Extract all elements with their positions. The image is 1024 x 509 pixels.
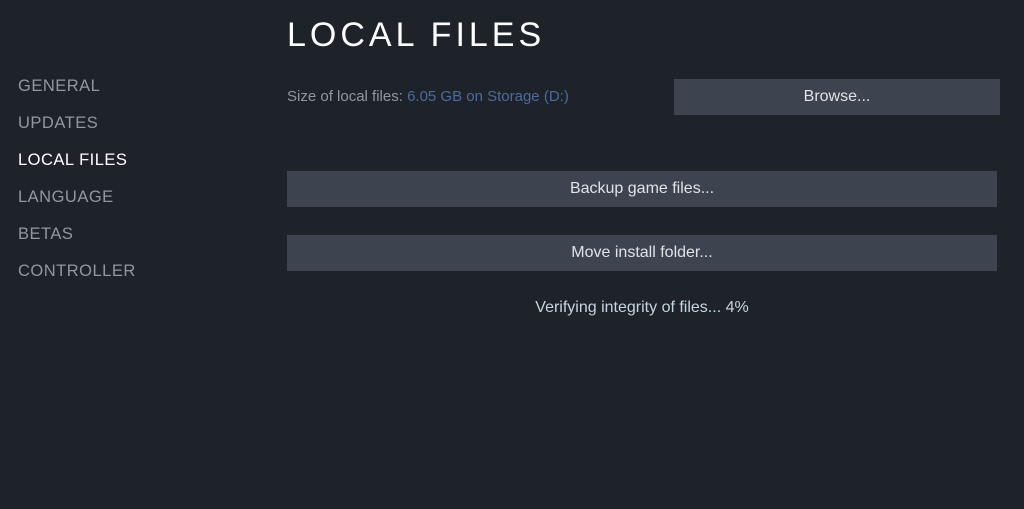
sidebar-item-controller[interactable]: CONTROLLER	[18, 253, 235, 290]
verify-status-text: Verifying integrity of files... 4%	[287, 299, 997, 317]
size-row: Size of local files: 6.05 GB on Storage …	[287, 79, 1000, 115]
browse-button[interactable]: Browse...	[674, 79, 1000, 115]
settings-sidebar: GENERAL UPDATES LOCAL FILES LANGUAGE BET…	[0, 0, 235, 509]
sidebar-item-general[interactable]: GENERAL	[18, 68, 235, 105]
sidebar-item-updates[interactable]: UPDATES	[18, 105, 235, 142]
page-title: LOCAL FILES	[287, 16, 1000, 55]
size-label: Size of local files: 6.05 GB on Storage …	[287, 88, 569, 106]
sidebar-item-betas[interactable]: BETAS	[18, 216, 235, 253]
size-value: 6.05 GB on Storage (D:)	[407, 88, 569, 105]
sidebar-item-local-files[interactable]: LOCAL FILES	[18, 142, 235, 179]
sidebar-item-language[interactable]: LANGUAGE	[18, 179, 235, 216]
size-label-text: Size of local files:	[287, 88, 407, 105]
move-install-folder-button[interactable]: Move install folder...	[287, 235, 997, 271]
main-panel: LOCAL FILES Size of local files: 6.05 GB…	[235, 0, 1024, 509]
backup-game-files-button[interactable]: Backup game files...	[287, 171, 997, 207]
